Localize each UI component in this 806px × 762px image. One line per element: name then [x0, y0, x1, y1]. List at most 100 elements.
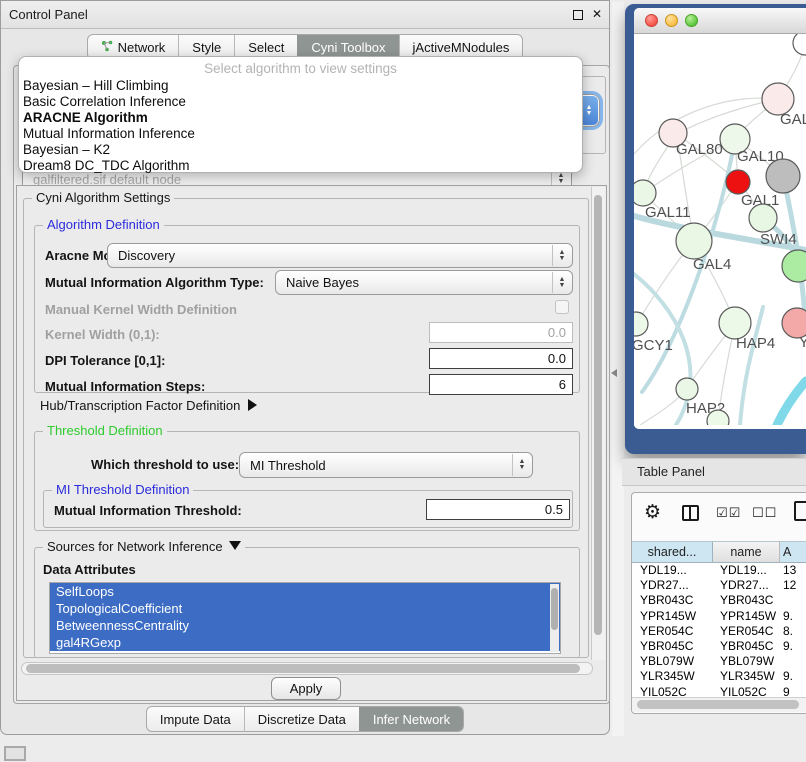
table-row[interactable]: YBR045CYBR045C9.: [632, 639, 806, 654]
table-horizontal-scrollbar[interactable]: [632, 697, 806, 712]
float-window-icon[interactable]: [573, 10, 583, 20]
algorithm-popup-placeholder: Select algorithm to view settings: [19, 60, 582, 78]
column-header-partial[interactable]: A: [780, 541, 806, 563]
network-node[interactable]: [634, 312, 648, 336]
mi-algorithm-type-combo[interactable]: Naive Bayes ▲▼: [275, 270, 573, 295]
table-row[interactable]: YBL079WYBL079W: [632, 654, 806, 669]
algorithm-option[interactable]: Basic Correlation Inference: [19, 94, 582, 110]
network-node[interactable]: [676, 223, 712, 259]
gear-icon[interactable]: ⚙: [644, 501, 661, 524]
table-file-icon[interactable]: [794, 501, 806, 521]
algorithm-definition-title: Algorithm Definition: [43, 217, 164, 232]
network-node-label: GCY1: [634, 337, 673, 354]
network-node[interactable]: [766, 159, 800, 193]
table-row[interactable]: YER054CYER054C8.: [632, 624, 806, 639]
splitter-collapse-arrow-icon[interactable]: [611, 369, 617, 377]
column-header-shared-name[interactable]: shared...: [632, 541, 713, 563]
minimize-traffic-light-icon[interactable]: [665, 14, 678, 27]
settings-vertical-scrollbar[interactable]: [591, 187, 605, 660]
screen: Control Panel ✕ Network Style Select Cyn…: [0, 0, 806, 762]
sources-title[interactable]: Sources for Network Inference: [43, 539, 245, 554]
table-rows: YDL19...YDL19...13YDR27...YDR27...12YBR0…: [632, 563, 806, 697]
column-header-name[interactable]: name: [713, 541, 780, 563]
which-threshold-label: Which threshold to use:: [91, 457, 239, 472]
column-view-icon[interactable]: [682, 505, 699, 521]
apply-button[interactable]: Apply: [271, 677, 341, 700]
close-icon[interactable]: ✕: [592, 1, 602, 28]
bottom-tabbar: Impute Data Discretize Data Infer Networ…: [1, 706, 609, 732]
network-node[interactable]: [726, 170, 750, 194]
table-row[interactable]: YBR043CYBR043C: [632, 593, 806, 608]
zoom-traffic-light-icon[interactable]: [685, 14, 698, 27]
control-panel-title: Control Panel: [9, 1, 88, 28]
data-attributes-list[interactable]: SelfLoopsTopologicalCoefficientBetweenne…: [49, 582, 561, 654]
algorithm-option[interactable]: Mutual Information Inference: [19, 126, 582, 142]
table-panel-titlebar: Table Panel: [622, 458, 806, 486]
dpi-tolerance-input[interactable]: 0.0: [429, 348, 573, 369]
mi-threshold-input[interactable]: 0.5: [426, 499, 570, 520]
algorithm-option[interactable]: Dream8 DC_TDC Algorithm: [19, 158, 582, 174]
settings-horizontal-scrollbar[interactable]: [21, 662, 593, 675]
unchecked-boxes-icon[interactable]: ☐☐: [752, 505, 777, 521]
data-attribute-item[interactable]: gal4RGexp: [50, 634, 560, 651]
close-traffic-light-icon[interactable]: [645, 14, 658, 27]
network-edge-thick[interactable]: [777, 381, 806, 425]
algorithm-dropdown-popup: Select algorithm to view settings Bayesi…: [18, 56, 583, 173]
network-node-label: GAL: [780, 111, 806, 128]
network-node[interactable]: [793, 34, 806, 55]
network-node[interactable]: [782, 250, 806, 282]
network-view-window[interactable]: GALGAL80GAL10GAL1GAL11SWI4GAL4GCY1HAP4YH…: [625, 4, 806, 454]
table-row[interactable]: YLR345WYLR345W9.: [632, 669, 806, 684]
data-attribute-item[interactable]: TopologicalCoefficient: [50, 600, 560, 617]
data-attributes-label: Data Attributes: [43, 562, 136, 577]
network-view-inner: GALGAL80GAL10GAL1GAL11SWI4GAL4GCY1HAP4YH…: [634, 8, 806, 429]
tab-discretize-data[interactable]: Discretize Data: [244, 707, 359, 731]
list-vertical-scrollbar[interactable]: [550, 584, 559, 652]
network-canvas[interactable]: GALGAL80GAL10GAL1GAL11SWI4GAL4GCY1HAP4YH…: [634, 34, 806, 429]
algorithm-option[interactable]: Bayesian – K2: [19, 142, 582, 158]
settings-scroll-panel: Cyni Algorithm Settings Algorithm Defini…: [16, 185, 607, 701]
hub-definition-toggle[interactable]: Hub/Transcription Factor Definition: [40, 398, 257, 413]
mi-threshold-definition-title: MI Threshold Definition: [52, 482, 193, 497]
network-node[interactable]: [676, 378, 698, 400]
network-node-label: GAL4: [693, 256, 731, 273]
table-row[interactable]: YPR145WYPR145W9.: [632, 609, 806, 624]
manual-kernel-label: Manual Kernel Width Definition: [45, 302, 237, 317]
mi-threshold-label: Mutual Information Threshold:: [54, 503, 242, 518]
tab-infer-network[interactable]: Infer Network: [359, 707, 463, 731]
kernel-width-input[interactable]: 0.0: [429, 322, 573, 343]
mi-steps-input[interactable]: 6: [429, 374, 573, 395]
algorithm-popup-list: Bayesian – Hill ClimbingBasic Correlatio…: [19, 78, 582, 174]
dpi-tolerance-label: DPI Tolerance [0,1]:: [45, 353, 165, 368]
tab-impute-data[interactable]: Impute Data: [147, 707, 244, 731]
table-header-row: shared... name A: [632, 541, 806, 563]
network-node[interactable]: [749, 204, 777, 232]
expand-right-icon: [248, 399, 257, 411]
control-panel-titlebar: Control Panel ✕: [1, 1, 609, 29]
algorithm-option[interactable]: ARACNE Algorithm: [19, 110, 582, 126]
minimized-panel-icon[interactable]: [4, 746, 26, 761]
checked-boxes-icon[interactable]: ☑☑: [716, 505, 741, 521]
table-row[interactable]: YIL052CYIL052C9: [632, 685, 806, 698]
table-panel-title: Table Panel: [637, 459, 705, 485]
network-window-titlebar[interactable]: [634, 8, 806, 34]
algorithm-option[interactable]: Bayesian – Hill Climbing: [19, 78, 582, 94]
mi-steps-label: Mutual Information Steps:: [45, 379, 205, 394]
network-node[interactable]: [634, 180, 656, 206]
network-icon: [101, 40, 113, 55]
network-node-label: GAL80: [676, 141, 723, 158]
table-row[interactable]: YDR27...YDR27...12: [632, 578, 806, 593]
which-threshold-combo[interactable]: MI Threshold ▲▼: [239, 452, 533, 478]
data-attribute-item[interactable]: SelfLoops: [50, 583, 560, 600]
threshold-definition-group: Threshold Definition Which threshold to …: [34, 431, 580, 531]
algorithm-definition-group: Algorithm Definition Aracne Mode: Discov…: [34, 225, 580, 393]
table-row[interactable]: YDL19...YDL19...13: [632, 563, 806, 578]
aracne-mode-combo[interactable]: Discovery ▲▼: [107, 243, 573, 268]
data-attribute-item[interactable]: BetweennessCentrality: [50, 617, 560, 634]
threshold-definition-title: Threshold Definition: [43, 423, 167, 438]
collapse-down-icon: [229, 541, 241, 550]
network-node-label: HAP4: [736, 335, 775, 352]
manual-kernel-checkbox[interactable]: [555, 300, 569, 314]
stepper-icon: ▲▼: [512, 454, 531, 476]
tab-network-label: Network: [118, 40, 166, 55]
